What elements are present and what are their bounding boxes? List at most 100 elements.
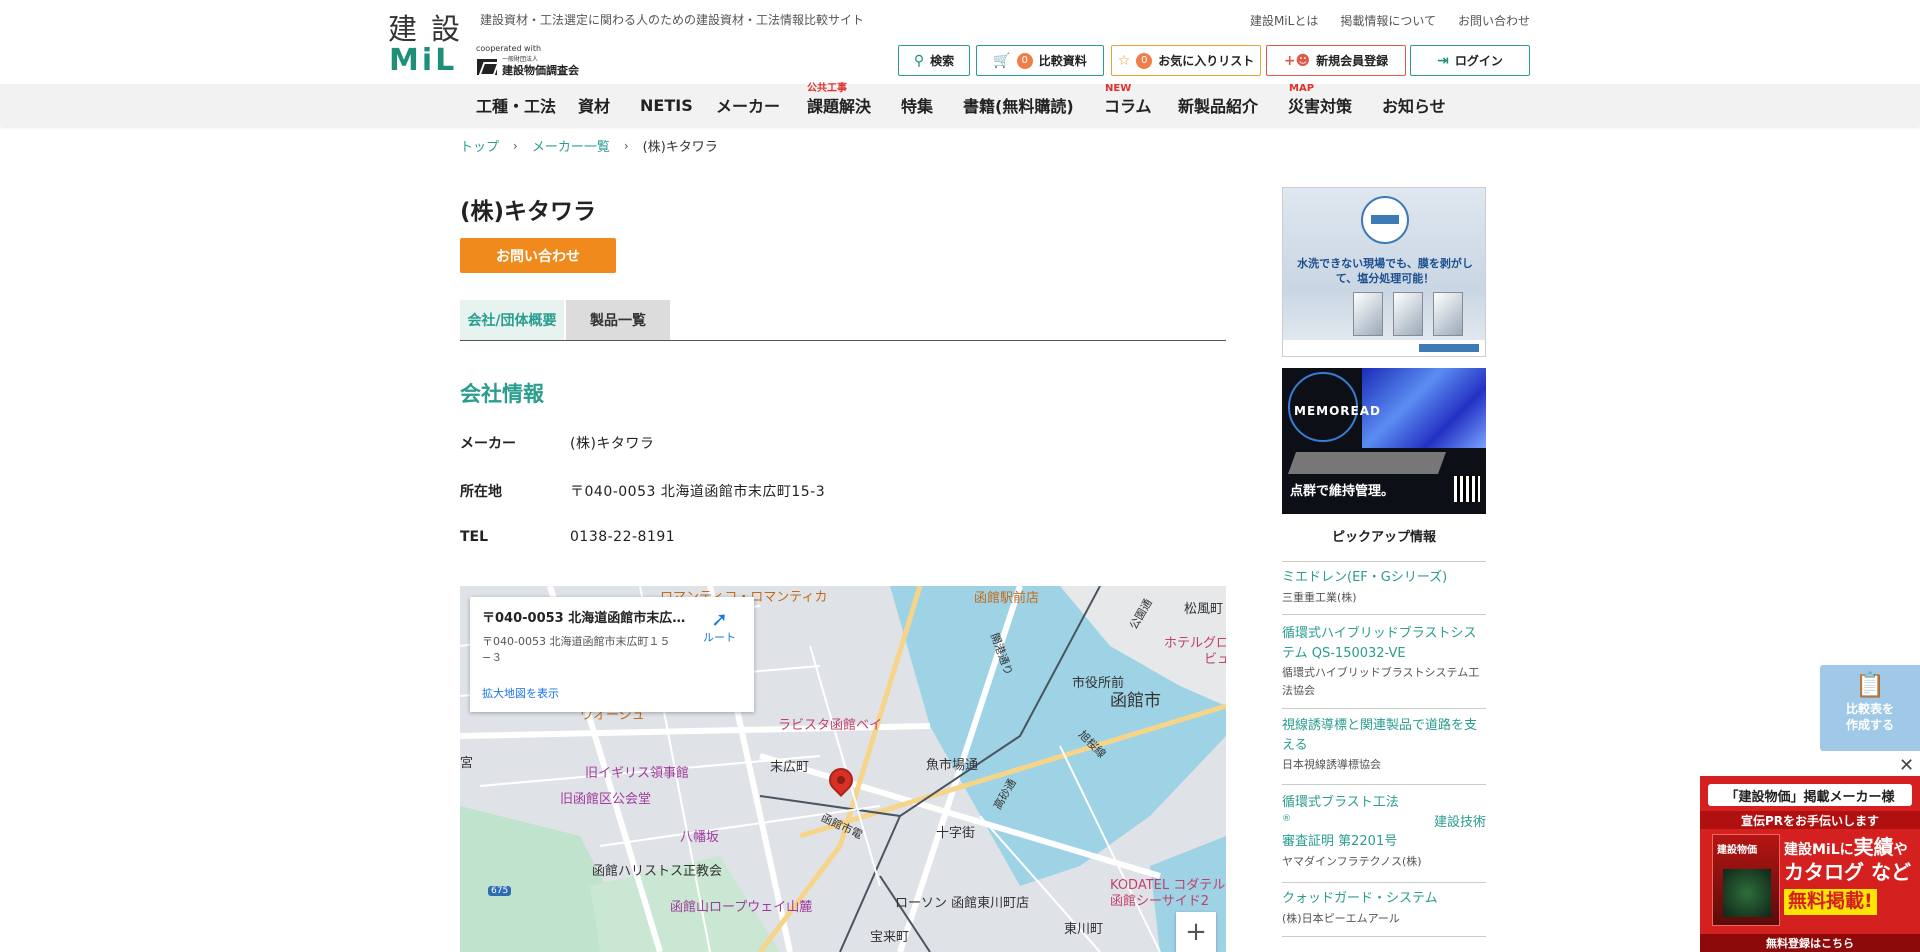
- map-label: 旧函館区公会堂: [560, 792, 652, 807]
- tab-product-list[interactable]: 製品一覧: [566, 300, 670, 340]
- nav-disaster[interactable]: 災害対策: [1288, 84, 1352, 126]
- map-label: 函館山ロープウェイ山麓: [670, 900, 813, 915]
- global-nav: 工種・工法 資材 NETIS メーカー 公共工事 課題解決 特集 書籍(無料購読…: [0, 84, 1920, 126]
- pickup-item-name-line3[interactable]: 審査証明 第2201号: [1282, 832, 1486, 852]
- divider: [1282, 784, 1486, 785]
- org-logo-icon: [477, 58, 497, 75]
- contact-link[interactable]: お問い合わせ: [1458, 12, 1530, 29]
- page-title: (株)キタワラ: [460, 199, 597, 225]
- pickup-item-name[interactable]: 視線誘導標と関連製品で道路を支える: [1282, 716, 1486, 755]
- nav-books[interactable]: 書籍(無料購読): [963, 84, 1074, 126]
- info-value: 〒040-0053 北海道函館市末広町15-3: [570, 484, 826, 500]
- nav-column[interactable]: コラム: [1104, 84, 1152, 126]
- search-icon: ⚲: [913, 52, 925, 69]
- pickup-item-maker: 三重重工業(株): [1282, 590, 1357, 604]
- nav-materials[interactable]: 資材: [578, 84, 610, 126]
- add-user-icon: +☻: [1283, 52, 1311, 69]
- ad-strip: 宣伝PRをお手伝いします: [1700, 811, 1920, 829]
- map-label: 魚市場通: [926, 758, 979, 773]
- nav-news[interactable]: お知らせ: [1382, 84, 1446, 126]
- search-button[interactable]: ⚲ 検索: [898, 45, 970, 76]
- breadcrumb-top[interactable]: トップ: [460, 136, 499, 155]
- pickup-item[interactable]: 循環式ハイブリッドブラストシステム QS-150032-VE 循環式ハイブリッド…: [1282, 624, 1486, 699]
- nav-features[interactable]: 特集: [901, 84, 933, 126]
- map-label: ローソン 函館東川町店: [895, 896, 1030, 911]
- login-button[interactable]: ⇥ ログイン: [1410, 45, 1530, 76]
- info-value: (株)キタワラ: [570, 436, 655, 452]
- info-key: TEL: [460, 529, 489, 545]
- map-label: 旧イギリス領事館: [585, 766, 690, 781]
- pickup-heading: ピックアップ情報: [1331, 530, 1436, 545]
- pickup-item[interactable]: ミエドレン(EF・Gシリーズ) 三重重工業(株): [1282, 568, 1486, 606]
- nav-construction-methods[interactable]: 工種・工法: [476, 84, 556, 126]
- route-label: ルート: [703, 631, 736, 644]
- logo-kanji[interactable]: 建設: [388, 6, 474, 48]
- sidebar-ad-banner-memoread[interactable]: MEMOREAD 点群で維持管理。: [1282, 368, 1486, 514]
- pickup-item-maker: 循環式ハイブリッドブラストシステム工法協会: [1282, 666, 1480, 697]
- map-label: 函館シーサイド2: [1110, 894, 1210, 909]
- tab-company-overview[interactable]: 会社/団体概要: [460, 300, 564, 340]
- pickup-item-name[interactable]: クォッドガード・システム: [1282, 889, 1486, 909]
- map-info-card: 〒040-0053 北海道函館市末広... 〒040-0053 北海道函館市末広…: [470, 597, 754, 712]
- divider: [1282, 708, 1486, 709]
- pickup-item-name[interactable]: 循環式ブラスト工法: [1282, 793, 1486, 813]
- close-icon[interactable]: ✕: [1899, 755, 1914, 776]
- nav-problem-solving[interactable]: 課題解決: [807, 84, 871, 126]
- pickup-item[interactable]: 視線誘導標と関連製品で道路を支える 日本視線誘導標協会: [1282, 716, 1486, 774]
- contact-button[interactable]: お問い合わせ: [460, 238, 616, 273]
- zoom-in-button[interactable]: +: [1176, 912, 1216, 952]
- ad-cta[interactable]: 無料登録はこちら: [1700, 934, 1920, 952]
- info-row-tel: TEL 0138-22-8191: [460, 529, 675, 545]
- nav-netis[interactable]: NETIS: [640, 84, 693, 126]
- section-title: 会社情報: [460, 382, 544, 406]
- pickup-item-name[interactable]: 循環式ハイブリッドブラストシステム QS-150032-VE: [1282, 624, 1486, 663]
- cooperated-label: cooperated with: [476, 44, 542, 53]
- favorites-count-badge: 0: [1136, 52, 1153, 69]
- breadcrumb-current: (株)キタワラ: [642, 140, 718, 155]
- product-logo-icon: [1361, 196, 1409, 244]
- clipboard-icon: 📋: [1855, 671, 1885, 699]
- enlarge-map-link[interactable]: 拡大地図を表示: [482, 685, 559, 701]
- pickup-item[interactable]: 循環式ブラスト工法 ® 建設技術 審査証明 第2201号 ヤマダインフラテクノス…: [1282, 793, 1486, 870]
- ad-copy-emph: 実績: [1853, 835, 1894, 859]
- site-tagline: 建設資材・工法選定に関わる人のための建設資材・工法情報比較サイト: [480, 13, 865, 27]
- route-button[interactable]: ➚ ルート: [703, 609, 736, 645]
- create-comparison-button[interactable]: 📋 比較表を 作成する: [1820, 665, 1920, 751]
- ad-copy-line2: カタログ など: [1784, 860, 1911, 884]
- cooperating-org: 一般財団法人 建設物価調査会: [477, 57, 579, 76]
- cart-icon: 🛒: [993, 52, 1011, 69]
- map-label: ビュ: [1204, 652, 1226, 667]
- pickup-item-name[interactable]: ミエドレン(EF・Gシリーズ): [1282, 568, 1486, 588]
- compare-float-label-2: 作成する: [1845, 718, 1894, 733]
- listing-info-link[interactable]: 掲載情報について: [1340, 12, 1436, 29]
- login-label: ログイン: [1454, 54, 1503, 68]
- logo-mil[interactable]: MiL: [389, 43, 457, 78]
- pickup-item[interactable]: クォッドガード・システム (株)日本ピーエムアール: [1282, 889, 1486, 927]
- register-button[interactable]: +☻ 新規会員登録: [1266, 45, 1406, 76]
- map-label: 東川町: [1064, 922, 1104, 937]
- chevron-right-icon: ›: [623, 138, 629, 153]
- map-card-title: 〒040-0053 北海道函館市末広...: [482, 611, 687, 626]
- info-key: 所在地: [460, 484, 502, 500]
- favorites-label: お気に入りリスト: [1158, 54, 1255, 68]
- favorites-button[interactable]: ☆ 0 お気に入りリスト: [1111, 45, 1261, 76]
- map-label: ラビスタ函館ベイ: [778, 718, 883, 733]
- floating-ad-banner[interactable]: 「建設物価」掲載メーカー様 宣伝PRをお手伝いします 建設物価 建設MiLに実績…: [1700, 776, 1920, 952]
- login-icon: ⇥: [1437, 52, 1449, 69]
- ad-title: MEMOREAD: [1294, 404, 1381, 418]
- breadcrumb-makers[interactable]: メーカー一覧: [532, 136, 610, 155]
- sidebar-ad-banner[interactable]: 水洗できない現場でも、膜を剥がして、塩分処理可能！: [1282, 187, 1486, 357]
- about-link[interactable]: 建設MiLとは: [1250, 12, 1318, 29]
- info-row-address: 所在地 〒040-0053 北海道函館市末広町15-3: [460, 481, 825, 501]
- compare-button[interactable]: 🛒 0 比較資料: [976, 45, 1104, 76]
- embedded-map[interactable]: ロマンティコ・ロマンティカ 函館駅前店 松風町 ホテルグロ ビュ 市役所前 函館…: [460, 586, 1226, 952]
- book-title: 建設物価: [1717, 845, 1757, 856]
- map-label: 函館駅前店: [974, 591, 1040, 606]
- divider: [1282, 882, 1486, 883]
- pickup-item-name-line2[interactable]: ® 建設技術: [1282, 813, 1486, 833]
- ad-headline: 水洗できない現場でも、膜を剥がして、塩分処理可能！: [1297, 257, 1473, 286]
- nav-makers[interactable]: メーカー: [716, 84, 780, 126]
- nav-new-products[interactable]: 新製品紹介: [1178, 84, 1258, 126]
- star-icon: ☆: [1117, 52, 1131, 69]
- ad-tagline: 点群で維持管理。: [1290, 484, 1395, 499]
